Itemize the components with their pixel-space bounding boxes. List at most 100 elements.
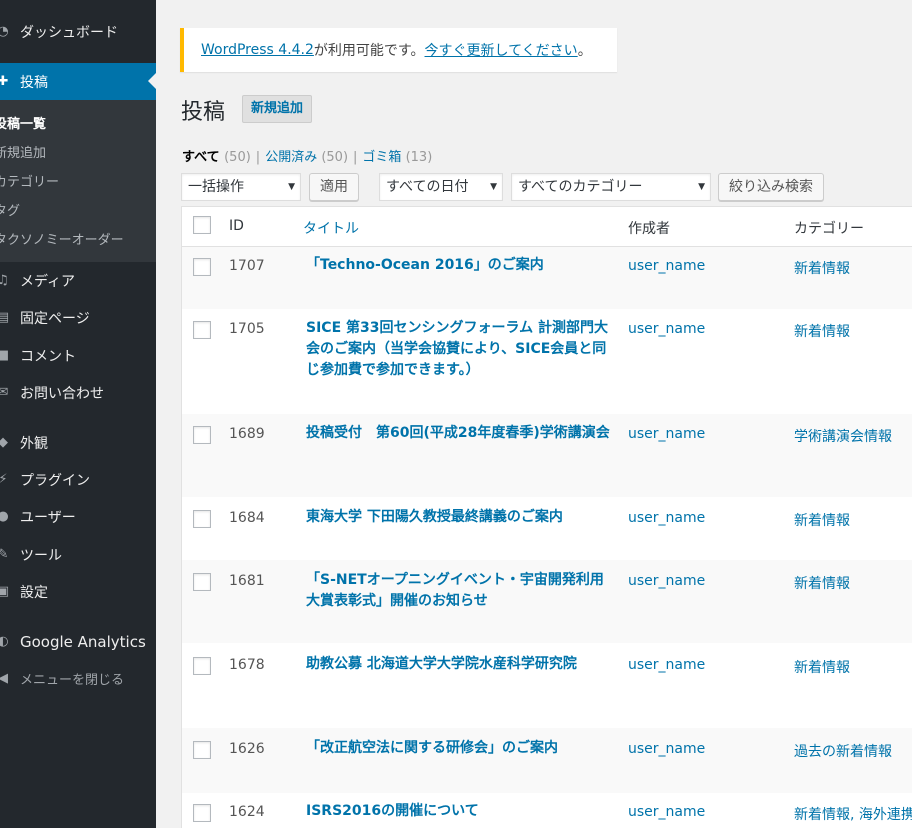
column-header-author: 作成者 [628,221,670,237]
settings-icon: ▣ [0,584,10,599]
sidebar-item-tools[interactable]: ✎ ツール [0,536,156,573]
post-id: 1684 [229,510,265,526]
post-status-filters: すべて (50) | 公開済み (50) | ゴミ箱 (13) [182,146,432,165]
sidebar-item-appearance[interactable]: ◆ 外観 [0,424,156,461]
post-title-link[interactable]: 東海大学 下田陽久教授最終講義のご案内 [306,507,611,528]
sidebar-item-label: メディア [20,273,76,290]
sidebar-item-pages[interactable]: ▤ 固定ページ [0,299,156,336]
add-new-button[interactable]: 新規追加 [242,95,313,123]
pin-icon: ✚ [0,74,9,89]
post-title-link[interactable]: SICE 第33回センシングフォーラム 計測部門大会のご案内（当学会協賛により、… [306,318,611,381]
sidebar-item-label: お問い合わせ [20,385,104,402]
category-filter-select[interactable]: すべてのカテゴリー ▼ [511,173,711,201]
column-header-categories: カテゴリー [794,221,864,237]
post-title-link[interactable]: 「Techno-Ocean 2016」のご案内 [306,255,611,276]
row-checkbox[interactable] [193,258,211,276]
date-filter-value: すべての日付 [386,179,469,195]
post-id: 1678 [229,657,265,673]
post-author-link[interactable]: user_name [628,657,705,673]
notice-text: が利用可能です。 [313,43,425,59]
column-header-title[interactable]: タイトル [303,218,359,238]
chevron-down-icon: ▼ [288,182,295,192]
view-separator: | [255,150,261,165]
post-category-link[interactable]: 新着情報 [794,573,850,593]
date-filter-select[interactable]: すべての日付 ▼ [379,173,503,201]
post-author-link[interactable]: user_name [628,258,705,274]
row-checkbox[interactable] [193,741,211,759]
sidebar-item-media[interactable]: ♫ メディア [0,262,156,299]
post-author-link[interactable]: user_name [628,741,705,757]
view-all[interactable]: すべて (50) [182,150,251,165]
sidebar-item-label: Google Analytics [20,632,146,651]
row-checkbox[interactable] [193,321,211,339]
post-title-link[interactable]: 「改正航空法に関する研修会」のご案内 [306,738,611,759]
row-checkbox[interactable] [193,510,211,528]
apply-button[interactable]: 適用 [309,173,359,201]
post-category-link[interactable]: 過去の新着情報 [794,741,892,761]
dashboard-icon: ◔ [0,24,9,39]
post-category-link[interactable]: 新着情報 [794,258,850,278]
analytics-icon: ◐ [0,634,9,649]
post-id: 1681 [229,573,265,589]
post-category-link[interactable]: 新着情報, 海外連携 [794,804,912,824]
sidebar-item-google-analytics[interactable]: ◐ Google Analytics [0,623,156,660]
admin-sidebar: ◔ ダッシュボード ✚ 投稿 投稿一覧 新規追加 カテゴリー タグ タクソノミー… [0,0,156,828]
page-icon: ▤ [0,310,10,325]
mail-icon: ✉ [0,385,9,400]
post-category-link[interactable]: 新着情報 [794,657,850,677]
sidebar-item-label: ツール [20,547,62,564]
select-all-checkbox[interactable] [193,216,211,234]
collapse-menu-button[interactable]: ◀ メニューを閉じる [0,660,156,697]
post-author-link[interactable]: user_name [628,804,705,820]
bulk-action-value: 一括操作 [188,179,244,195]
submenu-categories[interactable]: カテゴリー [0,171,59,190]
post-author-link[interactable]: user_name [628,573,705,589]
column-header-id[interactable]: ID [229,218,244,234]
post-title-link[interactable]: 助教公募 北海道大学大学院水産科学研究院 [306,654,611,675]
user-icon: ● [0,509,9,524]
submenu-add-new[interactable]: 新規追加 [0,142,46,161]
view-trash[interactable]: ゴミ箱 (13) [362,150,432,165]
posts-submenu: 投稿一覧 新規追加 カテゴリー タグ タクソノミーオーダー [0,100,156,262]
sidebar-item-plugins[interactable]: ⚡ プラグイン [0,461,156,498]
sidebar-item-comments[interactable]: ■ コメント [0,337,156,374]
sidebar-item-label: 投稿 [20,74,48,91]
submenu-taxonomy-order[interactable]: タクソノミーオーダー [0,229,124,248]
row-checkbox[interactable] [193,426,211,444]
post-id: 1705 [229,321,265,337]
bulk-action-select[interactable]: 一括操作 ▼ [181,173,301,201]
collapse-icon: ◀ [0,671,8,686]
tool-icon: ✎ [0,547,9,562]
post-author-link[interactable]: user_name [628,426,705,442]
plugin-icon: ⚡ [0,472,8,487]
chevron-down-icon: ▼ [698,182,705,192]
post-category-link[interactable]: 新着情報 [794,510,850,530]
post-id: 1626 [229,741,265,757]
sidebar-item-label: 設定 [20,584,48,601]
row-checkbox[interactable] [193,657,211,675]
post-author-link[interactable]: user_name [628,510,705,526]
filter-button[interactable]: 絞り込み検索 [718,173,824,201]
post-author-link[interactable]: user_name [628,321,705,337]
submenu-all-posts[interactable]: 投稿一覧 [0,113,46,132]
update-now-link[interactable]: 今すぐ更新してください [425,40,578,60]
sidebar-item-users[interactable]: ● ユーザー [0,498,156,535]
post-category-link[interactable]: 学術講演会情報 [794,426,892,446]
update-notice: WordPress 4.4.2 が利用可能です。 今すぐ更新してください。 [180,28,617,72]
view-published[interactable]: 公開済み (50) [265,150,348,165]
row-checkbox[interactable] [193,573,211,591]
post-title-link[interactable]: 投稿受付 第60回(平成28年度春季)学術講演会 [306,423,611,444]
post-category-link[interactable]: 新着情報 [794,321,850,341]
wordpress-version-link[interactable]: WordPress 4.4.2 [201,42,314,58]
view-count: (13) [405,150,433,165]
sidebar-item-settings[interactable]: ▣ 設定 [0,573,156,610]
submenu-tags[interactable]: タグ [0,200,20,219]
row-checkbox[interactable] [193,804,211,822]
post-title-link[interactable]: ISRS2016の開催について [306,801,611,822]
sidebar-item-contact[interactable]: ✉ お問い合わせ [0,374,156,411]
sidebar-item-posts[interactable]: ✚ 投稿 [0,63,156,100]
post-title-link[interactable]: 「S-NETオープニングイベント・宇宙開発利用大賞表彰式」開催のお知らせ [306,570,611,612]
sidebar-item-label: メニューを閉じる [20,673,125,688]
sidebar-item-dashboard[interactable]: ◔ ダッシュボード [0,13,156,50]
view-label: 公開済み [265,150,318,165]
